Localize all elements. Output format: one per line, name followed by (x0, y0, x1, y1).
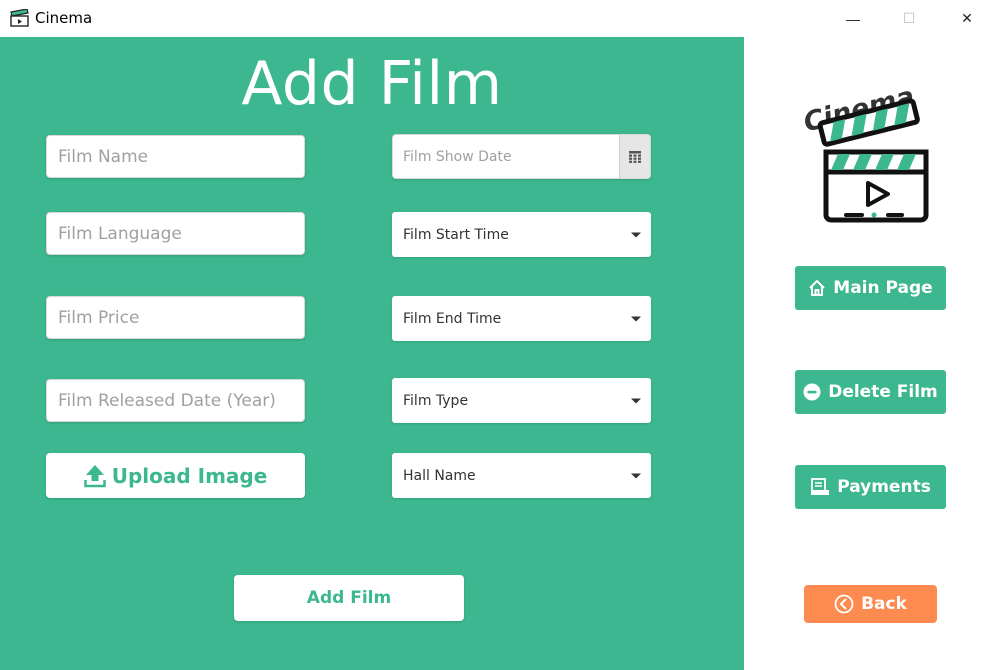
film-language-field[interactable] (46, 212, 305, 255)
payments-label: Payments (837, 477, 931, 497)
receipt-icon (811, 478, 830, 495)
add-film-button[interactable]: Add Film (234, 575, 464, 621)
window-title: Cinema (35, 9, 93, 27)
payments-button[interactable]: Payments (795, 465, 946, 509)
film-name-field[interactable] (46, 135, 305, 178)
chevron-down-icon (631, 316, 641, 321)
home-icon (809, 280, 825, 296)
maximize-button[interactable]: ☐ (886, 0, 932, 37)
delete-film-label: Delete Film (828, 382, 938, 402)
minimize-button[interactable]: — (830, 0, 876, 37)
upload-image-button[interactable]: Upload Image (46, 453, 305, 498)
film-released-field[interactable] (46, 379, 305, 422)
film-start-time-label: Film Start Time (403, 226, 509, 243)
add-film-panel: Add Film Upload Image Film Start T (0, 37, 744, 670)
back-button[interactable]: Back (804, 585, 937, 623)
main-page-button[interactable]: Main Page (795, 266, 946, 310)
cinema-logo: Cinema (801, 81, 929, 223)
calendar-button[interactable] (619, 135, 650, 178)
film-type-label: Film Type (403, 392, 469, 409)
calendar-icon (629, 150, 641, 163)
hall-name-select[interactable]: Hall Name (392, 453, 651, 498)
clapperboard-icon (10, 9, 29, 27)
upload-icon (83, 464, 106, 487)
film-price-input[interactable] (47, 297, 304, 338)
chevron-down-icon (631, 232, 641, 237)
film-type-select[interactable]: Film Type (392, 378, 651, 423)
film-show-date-input[interactable] (393, 135, 621, 178)
film-language-input[interactable] (47, 213, 304, 254)
film-end-time-select[interactable]: Film End Time (392, 296, 651, 341)
delete-film-button[interactable]: Delete Film (795, 370, 946, 414)
hall-name-label: Hall Name (403, 467, 476, 484)
film-price-field[interactable] (46, 296, 305, 339)
back-label: Back (861, 594, 907, 614)
film-start-time-select[interactable]: Film Start Time (392, 212, 651, 257)
main-page-label: Main Page (833, 278, 933, 298)
film-name-input[interactable] (47, 136, 304, 177)
film-show-date-picker[interactable] (392, 134, 651, 179)
title-bar: Cinema — ☐ ✕ (0, 0, 998, 37)
film-released-input[interactable] (47, 380, 304, 421)
chevron-down-icon (631, 473, 641, 478)
chevron-down-icon (631, 398, 641, 403)
close-button[interactable]: ✕ (944, 0, 990, 37)
page-title: Add Film (241, 49, 503, 119)
film-end-time-label: Film End Time (403, 310, 502, 327)
back-arrow-circle-icon (834, 594, 854, 614)
upload-image-label: Upload Image (111, 463, 268, 488)
minus-circle-icon (803, 383, 821, 401)
